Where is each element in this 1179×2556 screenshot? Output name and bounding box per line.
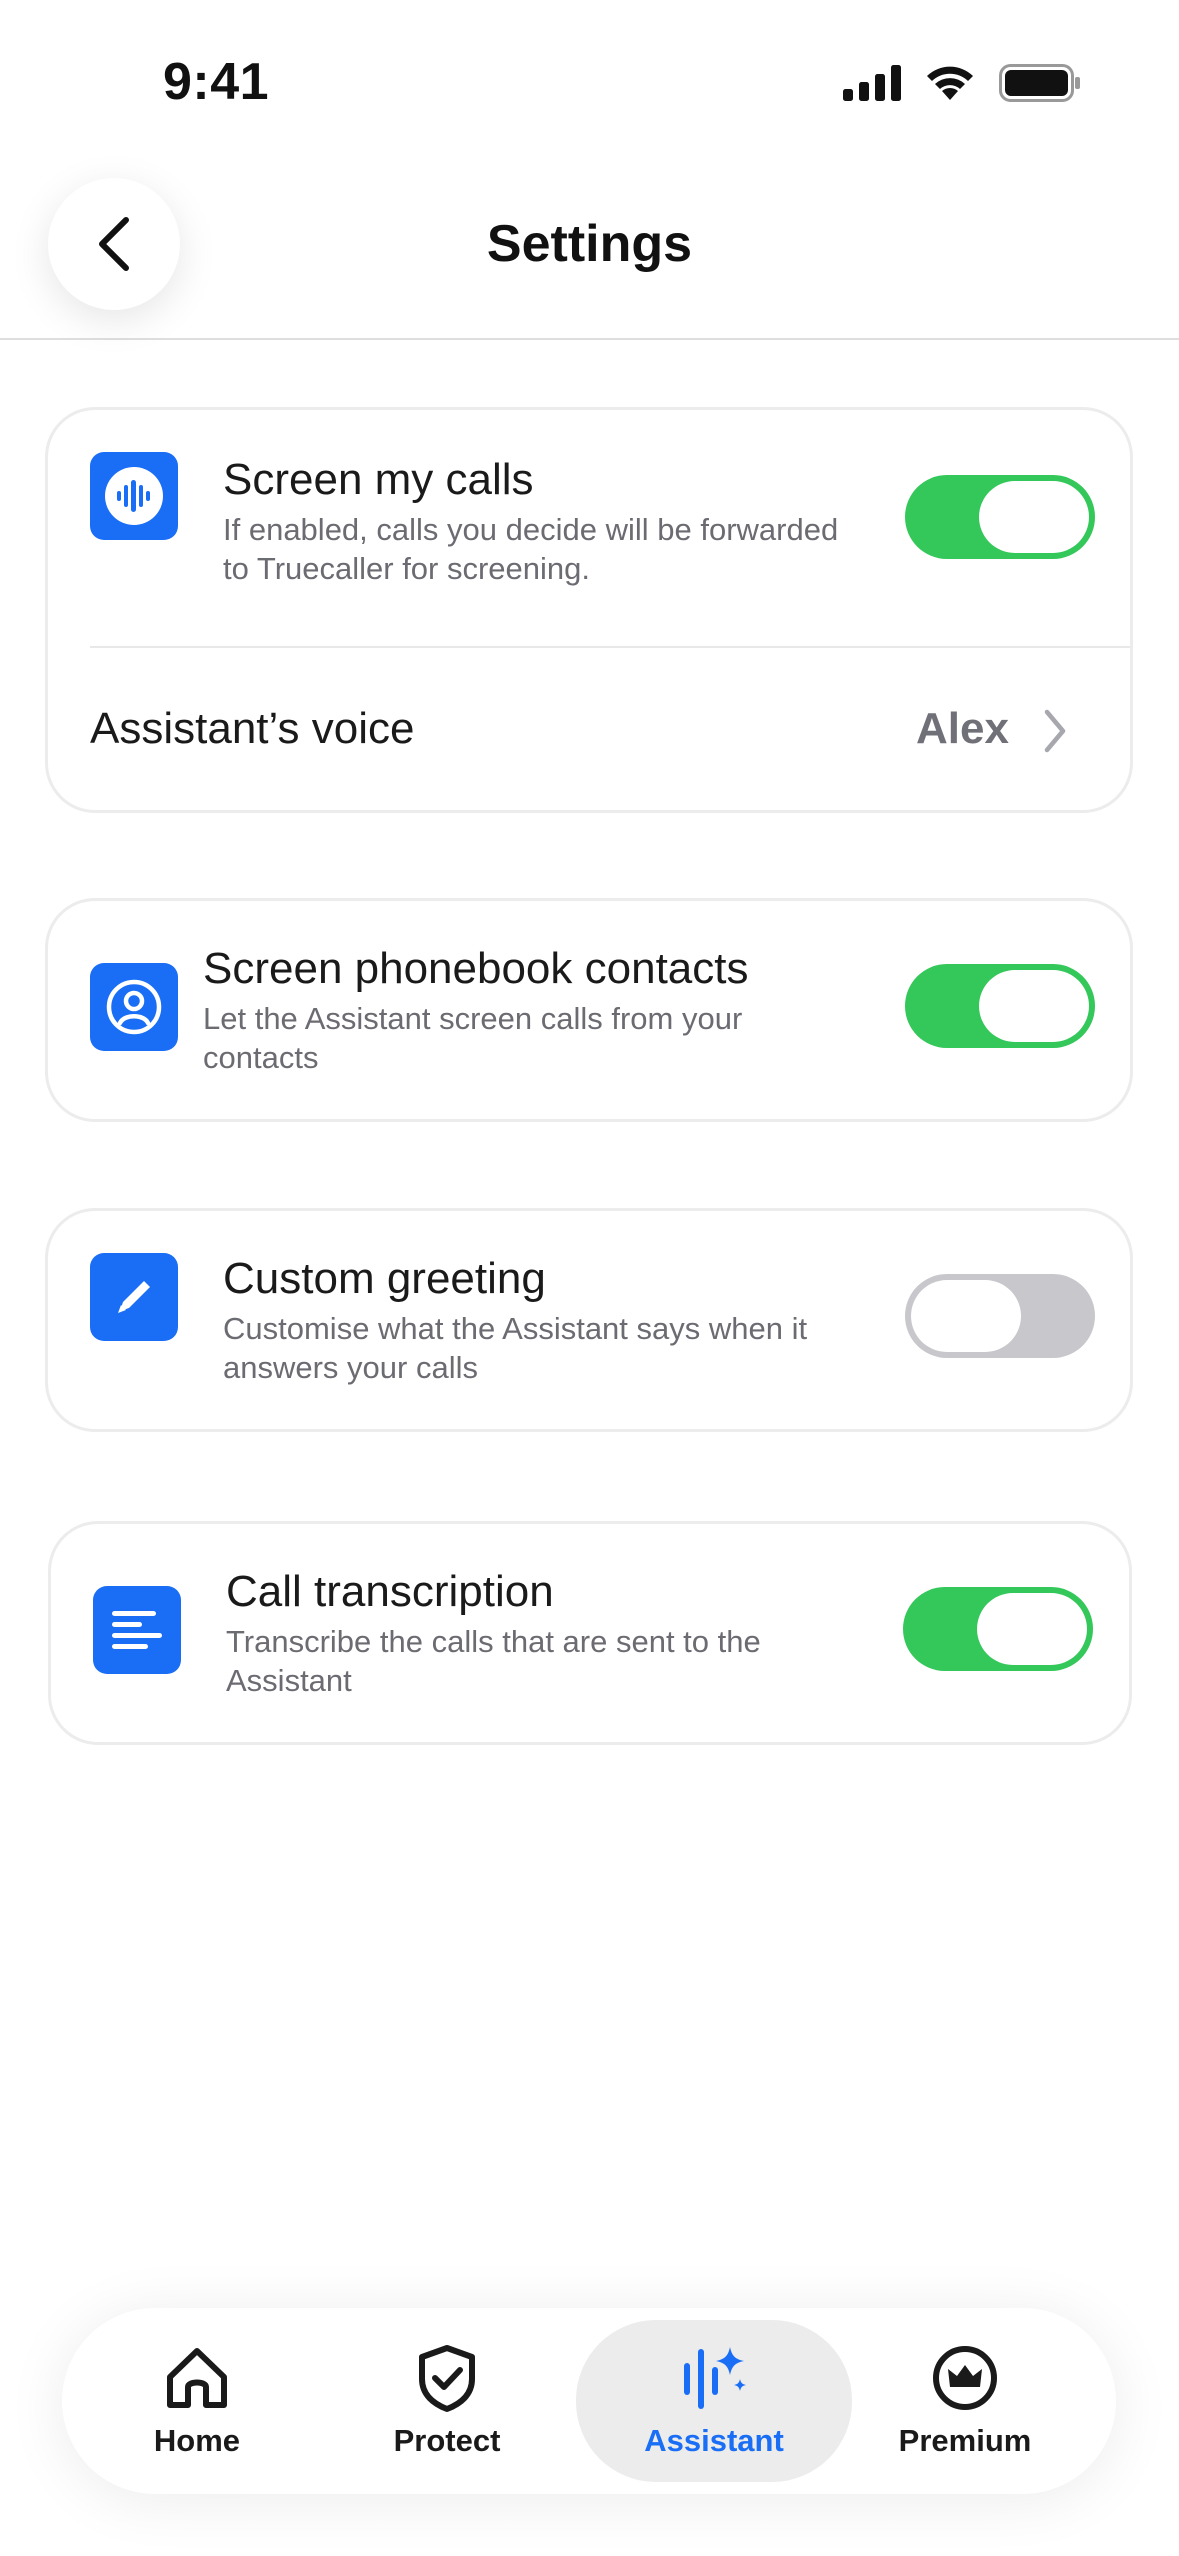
transcription-toggle[interactable] — [903, 1587, 1093, 1671]
page-title: Settings — [486, 215, 693, 273]
tab-label: Assistant — [644, 2423, 784, 2458]
tab-assistant[interactable]: Assistant — [576, 2320, 852, 2482]
home-icon — [167, 2348, 227, 2408]
screen-calls-card: Screen my calls If enabled, calls you de… — [45, 407, 1133, 813]
tab-label: Home — [153, 2423, 241, 2458]
bottom-tab-bar: Home Protect Assistant Premium — [62, 2308, 1116, 2494]
crown-icon — [933, 2346, 997, 2410]
phonebook-title: Screen phonebook contacts — [203, 944, 749, 993]
assistant-voice-row[interactable]: Assistant’s voice Alex — [48, 648, 1130, 813]
transcription-title: Call transcription — [226, 1567, 554, 1616]
header-bar: Settings — [0, 170, 1179, 340]
shield-check-icon — [419, 2345, 475, 2412]
screen-calls-subtitle: If enabled, calls you decide will be for… — [223, 512, 839, 586]
greeting-title: Custom greeting — [223, 1254, 546, 1303]
greeting-toggle[interactable] — [905, 1274, 1095, 1358]
cellular-signal-icon — [843, 65, 901, 101]
transcript-lines-icon — [93, 1586, 181, 1674]
tab-home[interactable]: Home — [122, 2308, 272, 2494]
chevron-right-icon — [1044, 709, 1066, 753]
pencil-icon — [90, 1253, 178, 1341]
wifi-icon — [927, 66, 973, 100]
screen-calls-toggle[interactable] — [905, 475, 1095, 559]
tab-premium[interactable]: Premium — [890, 2308, 1040, 2494]
assistant-sparkle-icon — [684, 2347, 746, 2409]
assistant-voice-value: Alex — [916, 704, 1009, 753]
greeting-subtitle: Customise what the Assistant says when i… — [223, 1311, 808, 1385]
transcription-card: Call transcription Transcribe the calls … — [48, 1521, 1132, 1745]
voice-waveform-icon — [90, 452, 178, 540]
phonebook-toggle[interactable] — [905, 964, 1095, 1048]
transcription-subtitle: Transcribe the calls that are sent to th… — [226, 1624, 761, 1698]
screen-calls-row: Screen my calls If enabled, calls you de… — [48, 410, 1130, 646]
tab-label: Premium — [898, 2423, 1032, 2458]
tab-protect[interactable]: Protect — [372, 2308, 522, 2494]
screen-calls-title: Screen my calls — [223, 455, 534, 504]
battery-icon — [999, 64, 1080, 102]
tab-label: Protect — [393, 2423, 501, 2458]
assistant-voice-label: Assistant’s voice — [90, 704, 415, 753]
phonebook-card: Screen phonebook contacts Let the Assist… — [45, 898, 1133, 1122]
status-icons — [843, 64, 1081, 102]
status-time: 9:41 — [163, 53, 270, 111]
status-bar: 9:41 — [0, 0, 1179, 150]
greeting-card: Custom greeting Customise what the Assis… — [45, 1208, 1133, 1432]
contact-icon — [90, 963, 178, 1051]
phonebook-subtitle: Let the Assistant screen calls from your… — [203, 1001, 743, 1075]
